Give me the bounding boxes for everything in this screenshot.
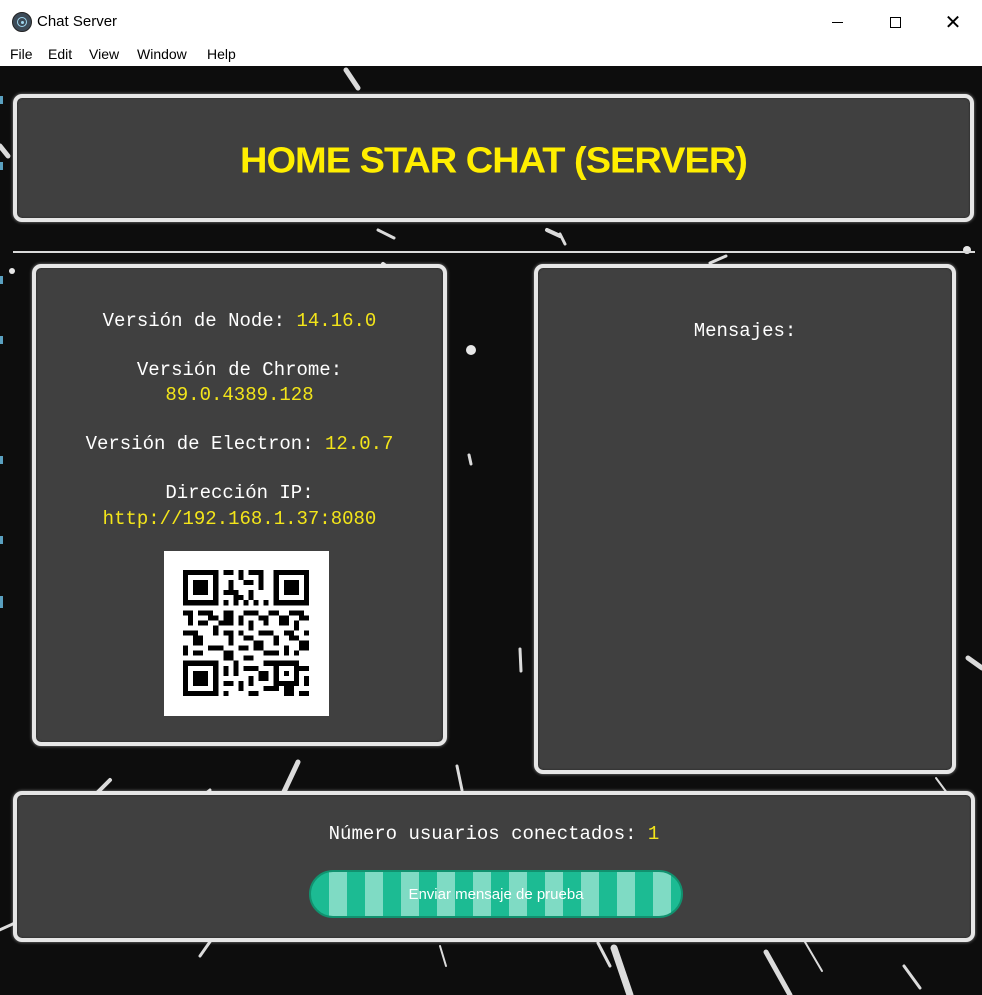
node-version-row: Versión de Node: 14.16.0 <box>36 310 443 332</box>
node-version-label: Versión de Node: <box>102 310 286 332</box>
chrome-version-label: Versión de Chrome: <box>136 359 343 381</box>
electron-version-row: Versión de Electron: 12.0.7 <box>36 433 443 455</box>
ip-address-label: Dirección IP: <box>165 482 314 504</box>
menu-edit[interactable]: Edit <box>48 46 72 62</box>
minimize-button[interactable] <box>808 0 866 44</box>
chrome-version-value: 89.0.4389.128 <box>165 384 314 406</box>
qr-code <box>164 551 329 716</box>
menu-window[interactable]: Window <box>137 46 187 62</box>
ip-label-row: Dirección IP: <box>36 482 443 504</box>
page-title: HOME STAR CHAT (SERVER) <box>240 141 748 181</box>
menu-help[interactable]: Help <box>207 46 236 62</box>
minimize-icon <box>831 21 843 23</box>
qr-code-icon <box>183 570 309 696</box>
chrome-version-label-row: Versión de Chrome: <box>36 359 443 381</box>
chrome-version-value-row: 89.0.4389.128 <box>36 384 443 406</box>
close-icon: ✕ <box>944 10 962 34</box>
ip-address-value: http://192.168.1.37:8080 <box>102 508 377 530</box>
messages-panel: Mensajes: <box>534 264 956 774</box>
title-bar[interactable]: Chat Server ✕ <box>0 0 982 44</box>
app-content: HOME STAR CHAT (SERVER) Versión de Node:… <box>0 66 982 995</box>
ip-value-row: http://192.168.1.37:8080 <box>36 508 443 530</box>
connected-users-row: Número usuarios conectados: 1 <box>17 823 971 845</box>
server-info-panel: Versión de Node: 14.16.0 Versión de Chro… <box>32 264 447 746</box>
connected-users-count: 1 <box>647 823 660 845</box>
maximize-button[interactable] <box>866 0 924 44</box>
menu-bar: File Edit View Window Help <box>0 44 982 66</box>
electron-version-label: Versión de Electron: <box>85 433 314 455</box>
send-test-message-button[interactable]: Enviar mensaje de prueba <box>309 870 683 918</box>
menu-file[interactable]: File <box>10 46 33 62</box>
electron-atom-icon <box>12 12 32 32</box>
menu-view[interactable]: View <box>89 46 119 62</box>
connected-users-label: Número usuarios conectados: <box>328 823 637 845</box>
node-version-value: 14.16.0 <box>296 310 377 332</box>
header-panel: HOME STAR CHAT (SERVER) <box>13 94 974 222</box>
window-title: Chat Server <box>37 13 118 30</box>
footer-panel: Número usuarios conectados: 1 Enviar men… <box>13 791 975 942</box>
electron-version-value: 12.0.7 <box>325 433 394 455</box>
divider <box>13 251 975 253</box>
close-button[interactable]: ✕ <box>924 0 982 44</box>
messages-title: Mensajes: <box>693 320 797 342</box>
maximize-icon <box>889 16 901 28</box>
